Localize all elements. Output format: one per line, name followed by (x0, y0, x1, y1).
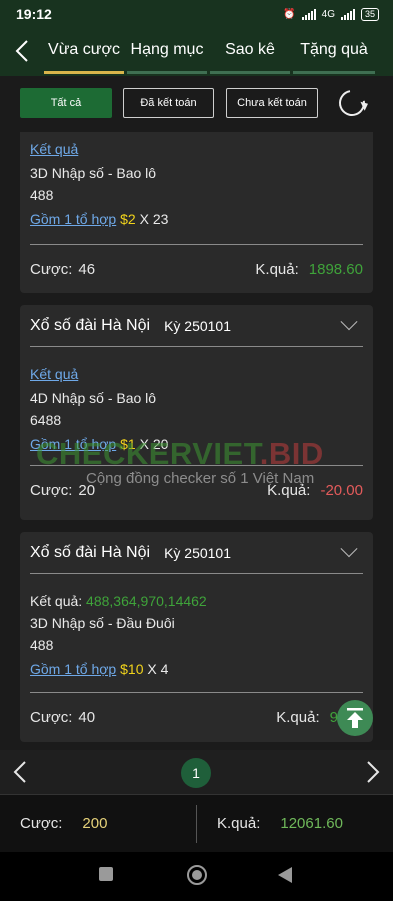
chevron-left-icon (15, 40, 28, 62)
tab-indicator (127, 71, 207, 74)
summary-outcome-value: 12061.60 (280, 815, 343, 832)
chevron-left-icon (13, 761, 26, 783)
tab-statement[interactable]: Sao kê (210, 28, 290, 76)
scroll-top-button[interactable] (337, 700, 373, 736)
chevron-down-icon[interactable] (340, 539, 358, 557)
lottery-name: Xổ số đài Hà Nội (30, 543, 151, 561)
tab-label: Tặng quà (300, 41, 368, 58)
circle-icon (187, 865, 207, 885)
alarm-icon: ⏰ (283, 8, 296, 20)
tab-categories[interactable]: Hạng mục (127, 28, 207, 76)
summary-outcome-label: K.quả: (217, 815, 261, 832)
bet-card-body: Kết quả: 488,364,970,14462 3D Nhập số - … (20, 574, 373, 680)
bet-card-footer: Cược: 40 K.quả: 9683 (20, 693, 373, 741)
pagination: 1 (0, 750, 393, 794)
outcome-amount: 1898.60 (308, 260, 363, 278)
bet-type: 3D Nhập số - Bao lô (30, 165, 157, 181)
filter-bar: Tất cả Đã kết toán Chưa kết toán (0, 76, 393, 132)
bet-numbers: 488 (30, 637, 54, 653)
prev-page-button[interactable] (6, 757, 34, 787)
unit-stake: $1 (120, 436, 136, 452)
system-nav-bar (0, 852, 393, 901)
tab-indicator (44, 71, 124, 74)
tab-label: Hạng mục (130, 41, 204, 58)
back-button[interactable] (8, 36, 36, 66)
lottery-name: Xổ số đài Hà Nội (30, 316, 151, 334)
network-type: 4G (321, 8, 335, 20)
bet-card: Xổ số đài Hà Nội Kỳ 250101 Kết quả: 488,… (20, 532, 373, 742)
result-link[interactable]: Kết quả (30, 366, 78, 382)
next-page-button[interactable] (359, 757, 387, 787)
status-icons: ⏰ 4G 35 (283, 7, 379, 21)
bet-card-footer: Cược: 46 K.quả: 1898.60 (20, 245, 373, 293)
outcome-label: K.quả: (276, 708, 320, 726)
recents-button[interactable] (98, 866, 114, 887)
multiplier: X 23 (139, 211, 169, 227)
chevron-right-icon (367, 761, 380, 783)
bet-label: Cược: (30, 708, 73, 726)
tab-recent-bets[interactable]: Vừa cược (44, 28, 124, 76)
battery-icon: 35 (360, 7, 379, 21)
multiplier: X 20 (139, 436, 169, 452)
combo-link[interactable]: Gồm 1 tổ hợp (30, 436, 116, 452)
outcome-label: K.quả: (267, 481, 311, 499)
tab-indicator (293, 71, 375, 74)
bet-card-footer: Cược: 20 K.quả: -20.00 (20, 466, 373, 514)
result-numbers: 488,364,970,14462 (86, 593, 207, 609)
bet-card-header[interactable]: Xổ số đài Hà Nội Kỳ 250101 (30, 305, 363, 347)
status-bar: 19:12 ⏰ 4G 35 (0, 0, 393, 28)
combo-link[interactable]: Gồm 1 tổ hợp (30, 661, 116, 677)
tab-label: Vừa cược (48, 41, 120, 58)
bet-list[interactable]: Kết quả 3D Nhập số - Bao lô 488 Gồm 1 tổ… (0, 132, 393, 750)
unit-stake: $2 (120, 211, 136, 227)
back-nav-button[interactable] (277, 866, 293, 889)
arrow-up-icon (347, 708, 363, 728)
home-button[interactable] (186, 864, 208, 891)
tab-label: Sao kê (225, 41, 275, 58)
bet-numbers: 488 (30, 187, 54, 203)
result-label: Kết quả: (30, 593, 83, 609)
bet-numbers: 6488 (30, 412, 62, 428)
filter-all-button[interactable]: Tất cả (20, 88, 112, 118)
square-icon (99, 867, 113, 881)
bet-type: 3D Nhập số - Đầu Đuôi (30, 615, 175, 631)
outcome-label: K.quả: (255, 260, 299, 278)
page-number[interactable]: 1 (181, 758, 211, 788)
outcome-amount: -20.00 (320, 481, 363, 499)
summary-bar: Cược: 200 K.quả: 12061.60 (0, 794, 393, 852)
tab-bar: Vừa cược Hạng mục Sao kê Tặng quà (0, 28, 393, 76)
bet-type: 4D Nhập số - Bao lô (30, 390, 157, 406)
tab-gifts[interactable]: Tặng quà (293, 28, 375, 76)
summary-bet-label: Cược: (20, 815, 63, 832)
bet-card-body: Kết quả 3D Nhập số - Bao lô 488 Gồm 1 tổ… (20, 132, 373, 230)
bet-amount: 40 (78, 708, 96, 726)
bet-amount: 20 (78, 481, 96, 499)
bet-card-header[interactable]: Xổ số đài Hà Nội Kỳ 250101 (30, 532, 363, 574)
signal-icon-2 (340, 8, 355, 20)
chevron-down-icon[interactable] (340, 312, 358, 330)
bet-card: Xổ số đài Hà Nội Kỳ 250101 Kết quả 4D Nh… (20, 305, 373, 520)
summary-outcome: K.quả: 12061.60 (197, 815, 393, 832)
bet-amount: 46 (78, 260, 96, 278)
multiplier: X 4 (147, 661, 169, 677)
bet-card: Kết quả 3D Nhập số - Bao lô 488 Gồm 1 tổ… (20, 132, 373, 293)
draw-period: Kỳ 250101 (164, 317, 232, 334)
summary-bet: Cược: 200 (0, 815, 196, 832)
filter-unsettled-button[interactable]: Chưa kết toán (226, 88, 318, 118)
result-link[interactable]: Kết quả (30, 141, 78, 157)
summary-bet-value: 200 (82, 815, 108, 832)
combo-link[interactable]: Gồm 1 tổ hợp (30, 211, 116, 227)
refresh-icon[interactable] (333, 84, 371, 122)
filter-settled-button[interactable]: Đã kết toán (123, 88, 214, 118)
triangle-back-icon (278, 867, 292, 883)
draw-period: Kỳ 250101 (164, 544, 232, 561)
bet-label: Cược: (30, 481, 73, 499)
bet-label: Cược: (30, 260, 73, 278)
status-time: 19:12 (16, 6, 52, 22)
bet-card-body: Kết quả 4D Nhập số - Bao lô 6488 Gồm 1 t… (20, 347, 373, 455)
unit-stake: $10 (120, 661, 144, 677)
tab-indicator (210, 71, 290, 74)
signal-icon (301, 8, 316, 20)
